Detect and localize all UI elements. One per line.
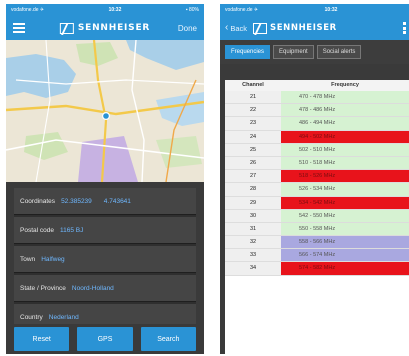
brand-logo: SENNHEISER [59,22,151,34]
table-row[interactable]: 32 558 - 566 MHz [225,236,409,250]
status-bar: vodafone.de ✈ 10:32 ▪ 80% [6,4,204,16]
top-nav-bar-right: ‹ Back SENNHEISER [220,16,409,40]
channel-cell: 26 [225,156,281,171]
frequency-cell: 574 - 582 MHz [281,262,409,276]
chevron-left-icon: ‹ [225,22,229,33]
battery-text: ▪ 80% [185,7,199,13]
state-label: State / Province [20,284,66,292]
back-button[interactable]: ‹ Back [225,23,247,33]
coordinates-row: Coordinates 52.385239 4.743641 [14,188,196,215]
postal-code-value: 1165 BJ [59,226,84,234]
frequency-cell: 478 - 486 MHz [281,104,409,118]
longitude-value: 4.743641 [103,197,131,205]
table-body: 21 470 - 478 MHz 22 478 - 486 MHz 23 486 - 49… [225,91,409,276]
channel-cell: 34 [225,262,281,276]
table-row[interactable]: 31 550 - 558 MHz [225,222,409,237]
table-row[interactable]: 34 574 - 582 MHz [225,262,409,276]
table-row[interactable]: 27 518 - 526 MHz [225,170,409,184]
postal-code-label: Postal code [20,226,54,234]
hamburger-icon[interactable] [13,23,25,33]
channel-cell: 31 [225,222,281,237]
location-info-panel: Coordinates 52.385239 4.743641 Postal co… [14,188,196,331]
more-options-icon[interactable] [403,22,406,34]
channel-cell: 22 [225,104,281,118]
frequency-cell: 534 - 542 MHz [281,196,409,210]
table-row[interactable]: 25 502 - 510 MHz [225,143,409,157]
search-button[interactable]: Search [140,327,196,351]
time-text: 10:32 [108,7,122,13]
table-row[interactable]: 28 526 - 534 MHz [225,183,409,197]
back-label: Back [230,23,248,33]
frequency-column-header: Frequency [331,82,359,88]
table-row[interactable]: 33 566 - 574 MHz [225,249,409,263]
table-row[interactable]: 26 510 - 518 MHz [225,156,409,171]
table-header: Channel Frequency [225,80,409,91]
tab-frequencies[interactable]: Frequencies [225,45,271,59]
frequency-cell: 542 - 550 MHz [281,209,409,223]
channel-cell: 32 [225,236,281,250]
frequency-cell: 558 - 566 MHz [281,236,409,250]
sennheiser-logo-icon [59,22,74,34]
frequency-cell: 550 - 558 MHz [281,222,409,237]
country-label: Country [20,313,43,321]
frequency-cell: 566 - 574 MHz [281,249,409,263]
coordinates-label: Coordinates [20,197,56,205]
screenshot-stage: vodafone.de ✈ 10:32 ▪ 80% SENNHEISER Don… [0,0,409,356]
town-value: Halfweg [41,255,65,263]
channel-cell: 25 [225,143,281,157]
state-value: Noord-Holland [71,284,114,292]
channel-cell: 23 [225,117,281,131]
table-row[interactable]: 21 470 - 478 MHz [225,91,409,105]
frequency-cell: 526 - 534 MHz [281,183,409,197]
channel-cell: 33 [225,249,281,263]
channel-cell: 29 [225,196,281,210]
table-row[interactable]: 30 542 - 550 MHz [225,209,409,223]
channel-column-header: Channel [242,82,264,88]
location-pin-icon [101,111,110,120]
frequency-cell: 486 - 494 MHz [281,117,409,131]
carrier-text-right: vodafone.de ✈ [225,7,259,13]
status-bar-right: vodafone.de ✈ 10:32 [220,4,409,16]
map-view[interactable] [6,40,204,182]
location-screen: vodafone.de ✈ 10:32 ▪ 80% SENNHEISER Don… [6,4,204,354]
table-row[interactable]: 29 534 - 542 MHz [225,196,409,210]
state-row: State / Province Noord-Holland [14,275,196,302]
top-nav-bar: SENNHEISER Done [6,16,204,40]
map-graphic [6,40,204,182]
channel-cell: 30 [225,209,281,223]
frequency-cell: 494 - 502 MHz [281,130,409,144]
table-row[interactable]: 22 478 - 486 MHz [225,104,409,118]
tab-bar: Frequencies Equipment Social alerts [220,40,409,64]
frequency-cell: 470 - 478 MHz [281,91,409,105]
postal-code-row: Postal code 1165 BJ [14,217,196,244]
brand-name-right: SENNHEISER [270,23,337,33]
gps-button[interactable]: GPS [77,327,133,351]
frequency-table: Channel Frequency 21 470 - 478 MHz 22 478 -… [225,80,409,354]
brand-logo-right: SENNHEISER [253,22,337,34]
table-row[interactable]: 23 486 - 494 MHz [225,117,409,131]
channel-cell: 28 [225,183,281,197]
channel-cell: 27 [225,170,281,184]
country-value: Nederland [48,313,79,321]
latitude-value: 52.385239 [61,197,92,205]
carrier-text: vodafone.de ✈ [11,7,45,13]
action-buttons: Reset GPS Search [6,324,204,354]
channel-cell: 24 [225,130,281,144]
tab-social-alerts[interactable]: Social alerts [316,45,362,59]
reset-button[interactable]: Reset [14,327,70,351]
tab-equipment[interactable]: Equipment [273,45,314,59]
channel-cell: 21 [225,91,281,105]
table-row[interactable]: 24 494 - 502 MHz [225,130,409,144]
brand-name: SENNHEISER [77,23,151,33]
done-button[interactable]: Done [178,24,197,33]
frequency-cell: 518 - 526 MHz [281,170,409,184]
frequency-cell: 510 - 518 MHz [281,156,409,171]
town-row: Town Halfweg [14,246,196,273]
sennheiser-logo-icon [253,22,268,34]
town-label: Town [20,255,36,263]
time-text-right: 10:32 [324,7,338,13]
frequency-cell: 502 - 510 MHz [281,143,409,157]
frequencies-screen: vodafone.de ✈ 10:32 ‹ Back SENNHEISER Fr… [220,4,409,354]
